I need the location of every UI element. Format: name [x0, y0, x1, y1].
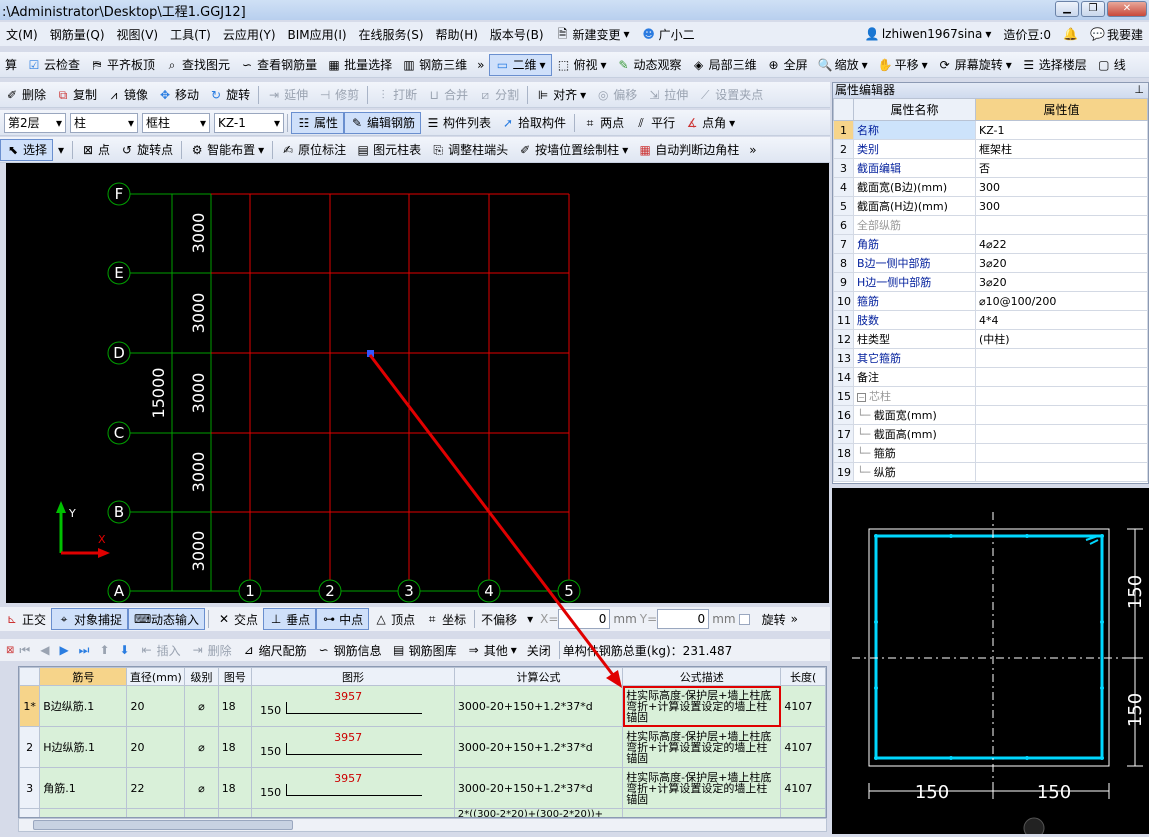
property-name: 箍筋	[853, 291, 976, 311]
property-name: 备注	[853, 367, 976, 387]
property-name: 截面宽(B边)(mm)	[853, 177, 976, 197]
property-value[interactable]: (中柱)	[975, 329, 1148, 349]
property-value[interactable]: 3⌀20	[975, 253, 1148, 273]
property-value[interactable]	[975, 367, 1148, 387]
property-row[interactable]: 14 备注	[833, 367, 1148, 387]
property-value[interactable]: 4*4	[975, 310, 1148, 330]
property-value[interactable]	[975, 405, 1148, 425]
property-name: └─ 纵筋	[853, 462, 976, 482]
dim-bottom-left: 150	[915, 782, 949, 803]
property-value[interactable]: 300	[975, 196, 1148, 216]
property-name: 类别	[853, 139, 976, 159]
header-property-value: 属性值	[975, 98, 1148, 121]
property-editor: 属性编辑器 ⊥ 属性名称 属性值 1 名称 KZ-1 2 类别 框架柱 3 截面编辑否 4…	[832, 82, 1149, 484]
property-name: 截面高(H边)(mm)	[853, 196, 976, 216]
property-value[interactable]: 4⌀22	[975, 234, 1148, 254]
property-row[interactable]: 17 └─ 截面高(mm)	[833, 424, 1148, 444]
dim-bottom-right: 150	[1037, 782, 1071, 803]
dim-right-top: 150	[1125, 575, 1146, 609]
property-value[interactable]: 300	[975, 177, 1148, 197]
property-row[interactable]: 2 类别 框架柱	[833, 139, 1148, 159]
property-row[interactable]: 9 H边一侧中部筋 3⌀20	[833, 272, 1148, 292]
property-row[interactable]: 16 └─ 截面宽(mm)	[833, 405, 1148, 425]
property-group[interactable]: − 芯柱	[853, 386, 976, 406]
property-name: └─ 截面宽(mm)	[853, 405, 976, 425]
property-value[interactable]: ⌀10@100/200	[975, 291, 1148, 311]
property-name: 名称	[853, 120, 976, 140]
property-name: B边一侧中部筋	[853, 253, 976, 273]
property-name: 截面编辑	[853, 158, 976, 178]
header-property-name: 属性名称	[853, 98, 976, 121]
property-row[interactable]: 4 截面宽(B边)(mm) 300	[833, 177, 1148, 197]
property-row[interactable]: 18 └─ 箍筋	[833, 443, 1148, 463]
property-name: └─ 箍筋	[853, 443, 976, 463]
property-value[interactable]	[975, 443, 1148, 463]
assistant-avatar-icon	[1023, 817, 1045, 837]
property-row[interactable]: 1 名称 KZ-1	[833, 120, 1148, 140]
property-value[interactable]: KZ-1	[975, 120, 1148, 140]
property-name: H边一侧中部筋	[853, 272, 976, 292]
property-row[interactable]: 6 全部纵筋	[833, 215, 1148, 235]
property-row[interactable]: 19 └─ 纵筋	[833, 462, 1148, 482]
property-value[interactable]	[975, 215, 1148, 235]
property-value[interactable]	[975, 348, 1148, 368]
rebar-dots	[874, 534, 1104, 760]
property-row[interactable]: 13 其它箍筋	[833, 348, 1148, 368]
stirrup-outer	[874, 534, 1104, 760]
property-value[interactable]: 框架柱	[975, 139, 1148, 159]
property-row[interactable]: 10 箍筋 ⌀10@100/200	[833, 291, 1148, 311]
property-row[interactable]: 11 肢数 4*4	[833, 310, 1148, 330]
section-outline	[868, 528, 1110, 767]
property-name: └─ 截面高(mm)	[853, 424, 976, 444]
property-row[interactable]: 8 B边一侧中部筋 3⌀20	[833, 253, 1148, 273]
property-row[interactable]: 3 截面编辑否	[833, 158, 1148, 178]
property-name: 其它箍筋	[853, 348, 976, 368]
property-name: 柱类型	[853, 329, 976, 349]
property-name: 角筋	[853, 234, 976, 254]
property-row[interactable]: 5 截面高(H边)(mm) 300	[833, 196, 1148, 216]
property-value[interactable]: 否	[975, 158, 1148, 178]
property-row[interactable]: 7 角筋 4⌀22	[833, 234, 1148, 254]
section-preview[interactable]: 150 150 150 150	[832, 488, 1149, 837]
property-value[interactable]	[975, 424, 1148, 444]
dim-right-bottom: 150	[1125, 693, 1146, 727]
pin-icon[interactable]: ⊥	[1134, 83, 1144, 96]
property-name: 肢数	[853, 310, 976, 330]
property-row[interactable]: 15− 芯柱	[833, 386, 1148, 406]
property-editor-title: 属性编辑器	[833, 83, 1148, 98]
property-name: 芯柱	[869, 390, 891, 403]
collapse-icon[interactable]: −	[857, 393, 866, 402]
property-value[interactable]	[975, 386, 1148, 406]
property-row[interactable]: 12 柱类型 (中柱)	[833, 329, 1148, 349]
property-value[interactable]: 3⌀20	[975, 272, 1148, 292]
property-value[interactable]	[975, 462, 1148, 482]
property-name: 全部纵筋	[853, 215, 976, 235]
